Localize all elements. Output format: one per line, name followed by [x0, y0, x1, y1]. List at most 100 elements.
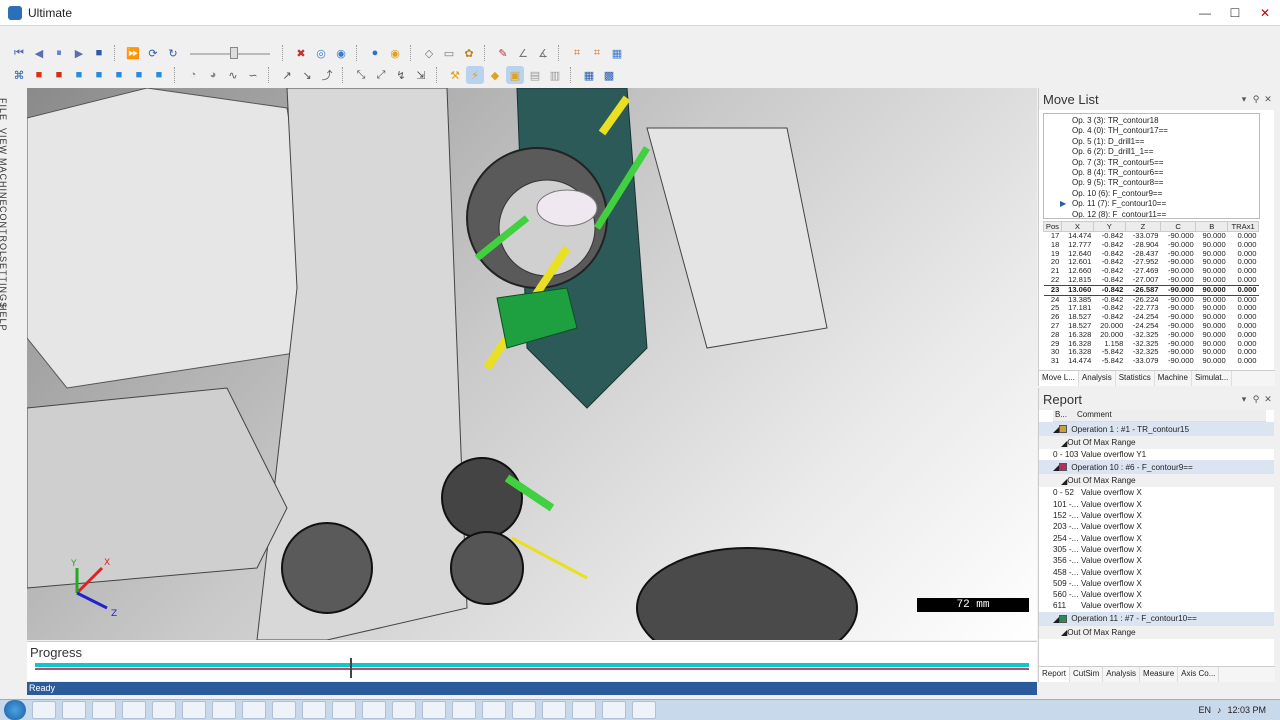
toolholder-icon[interactable]: ◆: [486, 66, 504, 84]
fit-icon[interactable]: ⇲: [412, 66, 430, 84]
skip-start-icon[interactable]: ⏮: [10, 44, 28, 62]
view-iso-icon[interactable]: ⌘: [10, 66, 28, 84]
taskbar-app-media[interactable]: [122, 701, 146, 719]
cube-bottom-icon[interactable]: ■: [150, 66, 168, 84]
axes-icon[interactable]: ⌗: [568, 44, 586, 62]
taskbar-app-firefox[interactable]: [182, 701, 206, 719]
cube-right-icon[interactable]: ■: [110, 66, 128, 84]
tool-icon[interactable]: ⤡: [352, 66, 370, 84]
taskbar-app-app3[interactable]: [362, 701, 386, 719]
report-group-row[interactable]: ◢ Out Of Max Range: [1039, 436, 1274, 449]
taskbar-app-folder[interactable]: [92, 701, 116, 719]
maximize-button[interactable]: ☐: [1220, 0, 1250, 26]
operation-item[interactable]: Op. 8 (4): TR_contour6==: [1072, 168, 1259, 178]
pin-icon[interactable]: ⚲: [1250, 394, 1262, 405]
measure-icon[interactable]: ✎: [494, 44, 512, 62]
clip-icon[interactable]: ⤢: [372, 66, 390, 84]
report-item-row[interactable]: 611 Value overflow X: [1039, 600, 1274, 611]
clock[interactable]: 12:03 PM: [1227, 705, 1266, 715]
taskbar-app-app6[interactable]: [452, 701, 476, 719]
progress-marker[interactable]: [350, 658, 352, 678]
pause-icon[interactable]: ⏸: [50, 44, 68, 62]
taskbar-app-app5[interactable]: [422, 701, 446, 719]
close-panel-icon[interactable]: ✕: [1262, 94, 1274, 105]
pan-icon[interactable]: ◕: [204, 66, 222, 84]
column-header[interactable]: TRAx1: [1227, 221, 1259, 232]
operation-item[interactable]: Op. 10 (6): F_contour9==: [1072, 189, 1259, 199]
measure-angle-icon[interactable]: ∠: [514, 44, 532, 62]
column-header[interactable]: C: [1160, 221, 1197, 232]
speed-slider-knob[interactable]: [230, 47, 238, 59]
tab-analysis[interactable]: Analysis: [1079, 371, 1116, 386]
progress-track[interactable]: [35, 663, 1029, 667]
taskbar-app-app4[interactable]: [392, 701, 416, 719]
tool-path-icon[interactable]: ⚒: [446, 66, 464, 84]
view-fit-icon[interactable]: ◉: [332, 44, 350, 62]
tab-simulat[interactable]: Simulat...: [1192, 371, 1233, 386]
step-back-icon[interactable]: ◀: [30, 44, 48, 62]
report-group-row[interactable]: ◢ Out Of Max Range: [1039, 625, 1274, 639]
target-icon[interactable]: ◉: [386, 44, 404, 62]
reload-icon[interactable]: ↻: [164, 44, 182, 62]
start-button[interactable]: [4, 700, 26, 720]
report-operation-row[interactable]: ◢ Operation 11 : #7 - F_contour10==: [1039, 611, 1274, 626]
taskbar-app-app8[interactable]: [512, 701, 536, 719]
tool-highlight-icon[interactable]: ⚡: [466, 66, 484, 84]
fast-forward-icon[interactable]: ⏩: [124, 44, 142, 62]
tab-analysis[interactable]: Analysis: [1103, 667, 1141, 682]
taskbar-app-app7[interactable]: [482, 701, 506, 719]
3d-viewport[interactable]: X Y Z 72 mm: [27, 88, 1037, 640]
side-tab-settings[interactable]: SETTINGS: [0, 256, 8, 309]
chart-icon[interactable]: ▦: [580, 66, 598, 84]
column-header[interactable]: B: [1195, 221, 1229, 232]
close-panel-icon[interactable]: ✕: [1262, 394, 1274, 405]
axes-3-icon[interactable]: ▦: [608, 44, 626, 62]
column-header[interactable]: Pos: [1043, 221, 1062, 232]
taskbar-app-app11[interactable]: [602, 701, 626, 719]
report-item-row[interactable]: 356 -... Value overflow X: [1039, 555, 1274, 566]
taskbar-app-app12[interactable]: [632, 701, 656, 719]
volume-icon[interactable]: ♪: [1217, 705, 1222, 715]
operation-item[interactable]: Op. 12 (8): F_contour11==: [1072, 210, 1259, 218]
refresh-icon[interactable]: ⟳: [144, 44, 162, 62]
minimize-button[interactable]: —: [1190, 0, 1220, 26]
measure-dist-icon[interactable]: ∡: [534, 44, 552, 62]
tab-statistics[interactable]: Statistics: [1116, 371, 1155, 386]
collision-icon[interactable]: ✖: [292, 44, 310, 62]
report-item-row[interactable]: 203 -... Value overflow X: [1039, 521, 1274, 532]
taskbar-app-app2[interactable]: [332, 701, 356, 719]
taskbar-app-skype[interactable]: [212, 701, 236, 719]
cube-front-icon[interactable]: ■: [50, 66, 68, 84]
view-target-icon[interactable]: ◎: [312, 44, 330, 62]
report-item-row[interactable]: 458 -... Value overflow X: [1039, 566, 1274, 577]
operation-item[interactable]: Op. 6 (2): D_drill1_1==: [1072, 147, 1259, 157]
tab-measure[interactable]: Measure: [1140, 667, 1179, 682]
cube-back-icon[interactable]: ■: [130, 66, 148, 84]
step-forward-icon[interactable]: ▶: [70, 44, 88, 62]
taskbar-app-x[interactable]: [242, 701, 266, 719]
pin-icon[interactable]: ⚲: [1250, 94, 1262, 105]
grid-icon[interactable]: ▭: [440, 44, 458, 62]
cube-side-icon[interactable]: ■: [90, 66, 108, 84]
operation-item[interactable]: Op. 11 (7): F_contour10==: [1060, 199, 1259, 210]
operation-item[interactable]: Op. 7 (3): TR_contour5==: [1072, 158, 1259, 168]
column-header[interactable]: Z: [1124, 221, 1162, 232]
report-operation-row[interactable]: ◢ Operation 1 : #1 - TR_contour15: [1039, 422, 1274, 436]
cube-icon[interactable]: ◇: [420, 44, 438, 62]
taskbar-app-app1[interactable]: [302, 701, 326, 719]
stock-icon[interactable]: ▣: [506, 66, 524, 84]
wire-icon[interactable]: ↗: [278, 66, 296, 84]
tab-axisco[interactable]: Axis Co...: [1178, 667, 1220, 682]
fixture-icon[interactable]: ▤: [526, 66, 544, 84]
report-item-row[interactable]: 254 -... Value overflow X: [1039, 532, 1274, 543]
shade-icon[interactable]: ↘: [298, 66, 316, 84]
zoom-icon[interactable]: ↯: [392, 66, 410, 84]
globe-icon[interactable]: ●: [366, 44, 384, 62]
taskbar-app-pdf[interactable]: [272, 701, 296, 719]
dropdown-icon[interactable]: ▾: [1238, 394, 1250, 405]
side-tab-control[interactable]: CONTROL: [0, 206, 8, 257]
part-icon[interactable]: ⤴: [318, 66, 336, 84]
speed-slider[interactable]: [190, 45, 270, 61]
table-row[interactable]: 22 12.815 -0.842 -27.007 -90.000 90.000 0.000: [1044, 275, 1259, 285]
side-tab-machine[interactable]: MACHINE: [0, 158, 8, 207]
